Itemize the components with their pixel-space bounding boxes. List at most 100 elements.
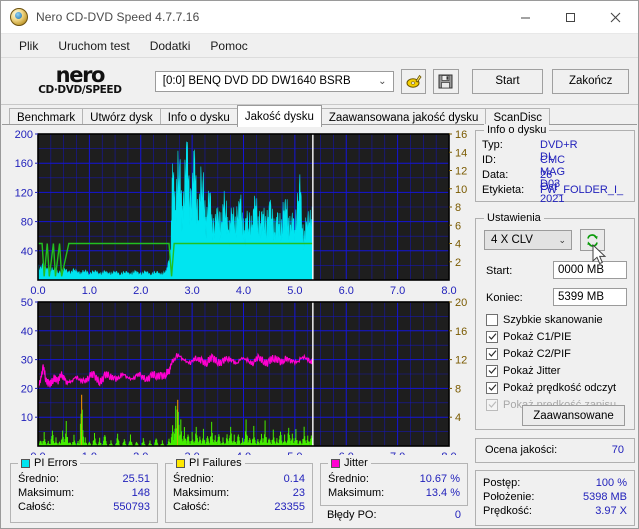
checkbox-pokaz-predkosc-odczytu[interactable]: Pokaż prędkość odczyt <box>486 380 616 395</box>
logo-cdspeed-text: CD·DVD∕SPEED <box>38 83 122 96</box>
jitter-title: Jitter <box>344 457 368 469</box>
checkbox-box <box>486 347 498 360</box>
save-floppy-icon <box>438 74 453 88</box>
menu-item-dodatki[interactable]: Dodatki <box>140 36 201 56</box>
disc-label-label: Etykieta: <box>482 184 525 196</box>
speed-row: Prędkość: 3.97 X <box>476 505 634 519</box>
svg-text:0.0: 0.0 <box>30 285 45 297</box>
disc-scan-button[interactable] <box>400 68 427 94</box>
start-button[interactable]: Start <box>471 68 544 94</box>
tab-label: Utwórz dysk <box>90 112 153 124</box>
pi-failures-max-label: Maksimum: <box>173 487 230 499</box>
drive-select-value: [0:0] BENQ DVD DD DW1640 BSRB <box>162 75 351 87</box>
position-row: Położenie: 5398 MB <box>476 491 634 505</box>
svg-text:50: 50 <box>21 297 33 309</box>
tab-label: Info o dysku <box>167 112 230 124</box>
position-value: 5398 MB <box>582 491 627 503</box>
svg-text:6: 6 <box>455 220 461 232</box>
checkbox-box <box>486 381 498 394</box>
svg-text:16: 16 <box>455 129 467 141</box>
svg-text:10: 10 <box>21 412 33 424</box>
svg-text:1.0: 1.0 <box>82 285 97 297</box>
quality-score-value: 70 <box>611 444 624 456</box>
checkbox-pokaz-c1-pie[interactable]: Pokaż C1/PIE <box>486 329 571 344</box>
nero-cd-dvd-speed-window: Nero CD-DVD Speed 4.7.7.16 Plik Uruchom … <box>0 0 639 529</box>
settings-group: Ustawienia 4 X CLV ⌄ Start: 0000 MB Koni… <box>475 212 635 430</box>
charts-area: 40 80 120 160 200 2 4 6 8 10 12 14 16 0.0 1.0 2.0 3.0 4.0… <box>2 125 468 463</box>
menu-item-uruchom-test[interactable]: Uruchom test <box>48 36 139 56</box>
pi-failures-title: PI Failures <box>189 457 242 469</box>
close-button[interactable] <box>593 1 638 33</box>
end-mb-value: 5399 MB <box>558 291 605 303</box>
svg-text:2: 2 <box>455 257 461 269</box>
start-mb-input[interactable]: 0000 MB <box>553 261 627 279</box>
pi-errors-title-wrap: PI Errors <box>18 457 81 469</box>
checkbox-pokaz-jitter[interactable]: Pokaż Jitter <box>486 363 560 378</box>
checkbox-box <box>486 364 498 377</box>
save-button[interactable] <box>433 68 459 94</box>
jitter-rows: Średnio: 10.67 % Maksimum: 13.4 % <box>321 473 467 501</box>
checkbox-label: Pokaż Jitter <box>503 364 561 377</box>
svg-text:40: 40 <box>21 326 33 338</box>
check-icon <box>488 367 496 374</box>
speed-select[interactable]: 4 X CLV ⌄ <box>484 230 572 250</box>
pi-errors-title: PI Errors <box>34 457 78 469</box>
drive-select[interactable]: [0:0] BENQ DVD DD DW1640 BSRB ⌄ <box>154 70 394 92</box>
toolbar: nero CD·DVD∕SPEED [0:0] BENQ DVD DD DW16… <box>1 58 638 105</box>
svg-text:8: 8 <box>455 202 461 214</box>
svg-text:1.0: 1.0 <box>82 451 97 455</box>
svg-text:8.0: 8.0 <box>441 285 456 297</box>
jitter-color-swatch <box>331 458 340 468</box>
start-mb-label: Start: <box>486 265 513 277</box>
tab-label: Benchmark <box>17 112 76 124</box>
svg-text:80: 80 <box>21 217 33 229</box>
disc-type-label: Typ: <box>482 139 503 151</box>
jitter-group: Jitter Średnio: 10.67 % Maksimum: 13.4 % <box>320 457 468 506</box>
window-controls <box>503 1 638 33</box>
minimize-button[interactable] <box>503 1 548 33</box>
pi-failures-avg-value: 0.14 <box>283 473 305 485</box>
svg-text:120: 120 <box>15 187 33 199</box>
speed-label: Prędkość: <box>483 505 532 517</box>
svg-text:20: 20 <box>21 383 33 395</box>
quality-graphs: 40 80 120 160 200 2 4 6 8 10 12 14 16 0.0 1.0 2.0 3.0 4.0… <box>15 129 468 463</box>
menu-item-plik[interactable]: Plik <box>9 36 48 56</box>
po-errors-row: Błędy PO: 0 <box>320 509 468 523</box>
pi-failures-color-swatch <box>176 458 185 468</box>
progress-value: 100 % <box>595 477 627 489</box>
checkbox-label: Pokaż C2/PIF <box>503 347 571 360</box>
refresh-button[interactable] <box>580 229 605 251</box>
svg-text:3.0: 3.0 <box>184 451 199 455</box>
pi-failures-avg-label: Średnio: <box>173 473 214 485</box>
settings-title: Ustawienia <box>484 212 544 224</box>
svg-text:0.0: 0.0 <box>30 451 45 455</box>
advanced-button[interactable]: Zaawansowane <box>522 405 625 426</box>
jitter-title-wrap: Jitter <box>328 457 371 469</box>
disc-scan-icon <box>406 74 422 88</box>
disc-id-label: ID: <box>482 154 497 166</box>
end-mb-input[interactable]: 5399 MB <box>553 288 627 306</box>
maximize-button[interactable] <box>548 1 593 33</box>
svg-text:2.0: 2.0 <box>133 285 148 297</box>
svg-text:160: 160 <box>15 158 33 170</box>
svg-text:30: 30 <box>21 355 33 367</box>
end-mb-label: Koniec: <box>486 292 523 304</box>
checkbox-pokaz-c2-pif[interactable]: Pokaż C2/PIF <box>486 346 571 361</box>
app-icon <box>10 8 28 26</box>
pi-errors-total-value: 550793 <box>113 501 150 513</box>
disc-info-title: Info o dysku <box>484 124 550 136</box>
tab-jakosc-dysku[interactable]: Jakość dysku <box>236 105 322 127</box>
quality-score-label: Ocena jakości: <box>485 444 558 456</box>
svg-text:5.0: 5.0 <box>287 451 302 455</box>
pi-errors-color-swatch <box>21 458 30 468</box>
exit-button[interactable]: Zakończ <box>552 68 629 94</box>
svg-text:4.0: 4.0 <box>236 451 251 455</box>
title-bar: Nero CD-DVD Speed 4.7.7.16 <box>1 1 638 34</box>
svg-text:4: 4 <box>455 239 461 251</box>
menu-item-pomoc[interactable]: Pomoc <box>200 36 257 56</box>
svg-text:20: 20 <box>455 297 467 309</box>
checkbox-szybkie-skanowanie[interactable]: Szybkie skanowanie <box>486 312 603 327</box>
pi-errors-max-value: 148 <box>131 487 150 499</box>
advanced-button-label: Zaawansowane <box>533 409 614 422</box>
jitter-avg-value: 10.67 % <box>419 473 460 485</box>
